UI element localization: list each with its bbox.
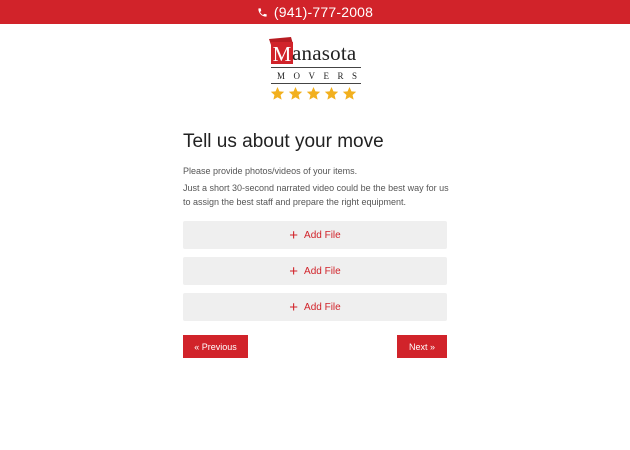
star-icon: [324, 86, 339, 100]
next-button[interactable]: Next »: [397, 335, 447, 358]
add-file-button[interactable]: + Add File: [183, 221, 447, 249]
star-icon: [342, 86, 357, 100]
plus-icon: +: [289, 298, 299, 316]
add-file-button[interactable]: + Add File: [183, 293, 447, 321]
logo-rule-top: [271, 67, 361, 68]
page-title: Tell us about your move: [183, 131, 384, 152]
add-file-label: Add File: [304, 301, 341, 313]
rating-stars: [270, 86, 357, 101]
logo-rule-bottom: [271, 83, 361, 84]
logo-subtitle: MOVERS: [277, 71, 366, 81]
logo-initial: M: [273, 42, 292, 66]
instruction-text: Please provide photos/videos of your ite…: [183, 166, 358, 176]
star-icon: [288, 86, 303, 100]
plus-icon: +: [289, 262, 299, 280]
phone-header-bar[interactable]: (941)-777-2008: [0, 0, 630, 24]
add-file-label: Add File: [304, 265, 341, 277]
add-file-button[interactable]: + Add File: [183, 257, 447, 285]
previous-button[interactable]: « Previous: [183, 335, 248, 358]
plus-icon: +: [289, 226, 299, 244]
add-file-label: Add File: [304, 229, 341, 241]
phone-icon: [257, 7, 268, 18]
phone-number-link[interactable]: (941)-777-2008: [274, 4, 373, 20]
star-icon: [270, 86, 285, 100]
description-text: Just a short 30-second narrated video co…: [183, 183, 449, 207]
logo-word: anasota: [292, 41, 357, 65]
star-icon: [306, 86, 321, 100]
